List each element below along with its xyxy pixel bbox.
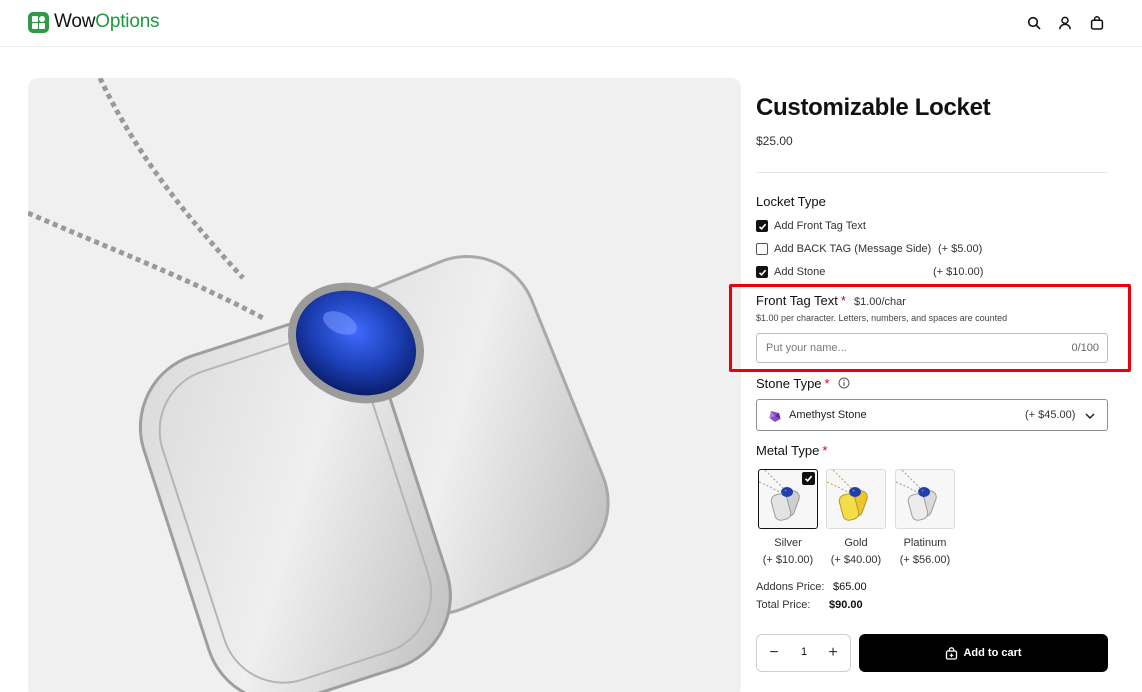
- stone-selected-price: (+ $45.00): [1025, 409, 1076, 421]
- addons-price-value: $65.00: [833, 581, 867, 593]
- metal-swatch-platinum[interactable]: [895, 469, 955, 529]
- search-icon[interactable]: [1024, 13, 1044, 33]
- option-stone-label: Add Stone: [774, 266, 826, 278]
- stone-type-label: Stone Type *: [756, 376, 850, 391]
- increase-button[interactable]: +: [824, 644, 842, 662]
- cart-add-icon: [946, 646, 958, 660]
- info-icon[interactable]: [838, 377, 850, 389]
- quantity-value: 1: [800, 646, 808, 658]
- checkbox-stone[interactable]: [756, 266, 768, 278]
- stone-type-select[interactable]: Amethyst Stone (+ $45.00): [756, 399, 1108, 431]
- product-image[interactable]: [28, 78, 741, 692]
- stone-selected: Amethyst Stone: [789, 409, 867, 421]
- option-back-tag-label: Add BACK TAG (Message Side): [774, 243, 932, 255]
- chevron-down-icon: [1085, 413, 1095, 420]
- option-stone-price: (+ $10.00): [933, 266, 984, 278]
- total-price-value: $90.00: [829, 599, 863, 611]
- option-stone[interactable]: Add Stone: [756, 264, 825, 280]
- add-to-cart-label: Add to cart: [963, 647, 1022, 659]
- amethyst-gem-icon: [769, 411, 781, 422]
- gold-locket-thumbnail: [827, 470, 868, 521]
- product-title: Customizable Locket: [756, 94, 991, 121]
- metal-gold-price: (+ $40.00): [830, 554, 882, 566]
- metal-type-label: Metal Type *: [756, 443, 828, 458]
- brand-logo[interactable]: WowOptions: [28, 11, 160, 33]
- platinum-locket-thumbnail: [896, 470, 937, 521]
- metal-gold-name: Gold: [844, 537, 868, 549]
- site-header: WowOptions: [0, 0, 1142, 47]
- metal-silver-name: Silver: [774, 537, 802, 549]
- divider: [756, 172, 1108, 173]
- locket-type-label: Locket Type: [756, 194, 826, 209]
- quantity-stepper[interactable]: − 1 +: [756, 634, 851, 672]
- addons-price-label: Addons Price:: [756, 581, 825, 593]
- total-price-label: Total Price:: [756, 599, 811, 611]
- logo-icon: [28, 11, 49, 33]
- option-front-tag-label: Add Front Tag Text: [774, 220, 866, 232]
- checkbox-back-tag[interactable]: [756, 243, 768, 255]
- metal-platinum-price: (+ $56.00): [899, 554, 951, 566]
- metal-silver-price: (+ $10.00): [762, 554, 814, 566]
- product-price: $25.00: [756, 134, 793, 148]
- highlight-annotation: [729, 284, 1131, 372]
- brand-name: WowOptions: [54, 11, 160, 32]
- selected-check-icon: [802, 472, 815, 485]
- metal-platinum-name: Platinum: [903, 537, 947, 549]
- option-back-tag-price: (+ $5.00): [938, 243, 983, 255]
- option-front-tag[interactable]: Add Front Tag Text: [756, 218, 866, 234]
- option-back-tag[interactable]: Add BACK TAG (Message Side): [756, 241, 931, 257]
- metal-swatch-gold[interactable]: [826, 469, 886, 529]
- metal-swatch-silver[interactable]: [758, 469, 818, 529]
- decrease-button[interactable]: −: [765, 644, 783, 662]
- account-icon[interactable]: [1055, 13, 1075, 33]
- cart-icon[interactable]: [1087, 13, 1107, 33]
- add-to-cart-button[interactable]: Add to cart: [859, 634, 1108, 672]
- checkbox-front-tag[interactable]: [756, 220, 768, 232]
